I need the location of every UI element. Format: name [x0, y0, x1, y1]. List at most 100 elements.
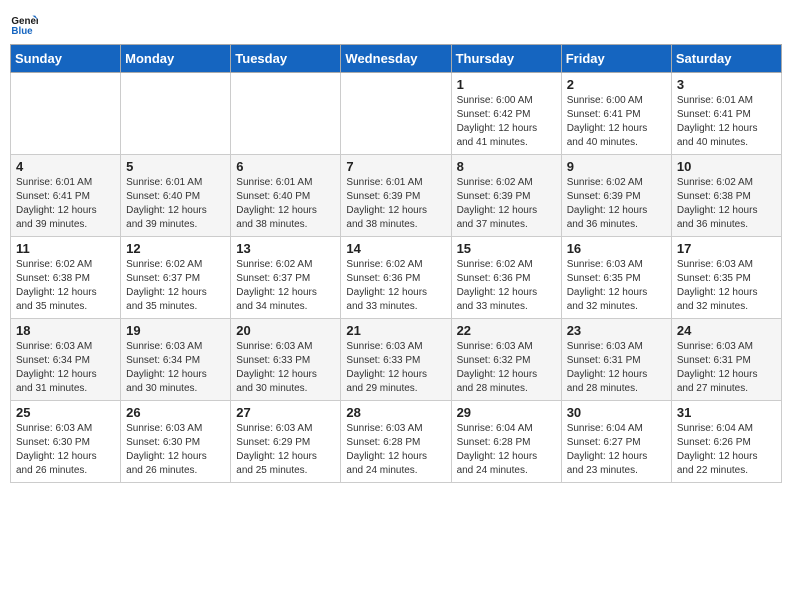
day-info: Sunrise: 6:01 AM Sunset: 6:41 PM Dayligh…	[16, 176, 115, 232]
day-number: 17	[677, 241, 776, 256]
calendar-table: SundayMondayTuesdayWednesdayThursdayFrid…	[10, 44, 782, 483]
day-number: 26	[126, 405, 225, 420]
calendar-cell: 10 Sunrise: 6:02 AM Sunset: 6:38 PM Dayli…	[671, 155, 781, 237]
calendar-cell	[231, 73, 341, 155]
day-info: Sunrise: 6:00 AM Sunset: 6:42 PM Dayligh…	[457, 94, 556, 150]
calendar-cell: 17Sunrise: 6:03 AM Sunset: 6:35 PM Dayli…	[671, 237, 781, 319]
day-info: Sunrise: 6:03 AM Sunset: 6:33 PM Dayligh…	[236, 340, 335, 396]
day-number: 2	[567, 77, 666, 92]
calendar-cell: 19 Sunrise: 6:03 AM Sunset: 6:34 PM Dayli…	[121, 319, 231, 401]
header-day-sunday: Sunday	[11, 45, 121, 73]
calendar-body: 1 Sunrise: 6:00 AM Sunset: 6:42 PM Daylig…	[11, 73, 782, 483]
calendar-cell: 3 Sunrise: 6:01 AM Sunset: 6:41 PM Daylig…	[671, 73, 781, 155]
calendar-cell: 13 Sunrise: 6:02 AM Sunset: 6:37 PM Dayli…	[231, 237, 341, 319]
day-info: Sunrise: 6:03 AM Sunset: 6:30 PM Dayligh…	[126, 422, 225, 478]
day-info: Sunrise: 6:00 AM Sunset: 6:41 PM Dayligh…	[567, 94, 666, 150]
day-number: 14	[346, 241, 445, 256]
day-number: 9	[567, 159, 666, 174]
day-number: 8	[457, 159, 556, 174]
day-number: 15	[457, 241, 556, 256]
day-info: Sunrise: 6:02 AM Sunset: 6:38 PM Dayligh…	[677, 176, 776, 232]
header: General Blue	[10, 10, 782, 38]
day-number: 27	[236, 405, 335, 420]
calendar-cell	[121, 73, 231, 155]
calendar-cell: 18 Sunrise: 6:03 AM Sunset: 6:34 PM Dayli…	[11, 319, 121, 401]
day-number: 1	[457, 77, 556, 92]
calendar-cell: 12Sunrise: 6:02 AM Sunset: 6:37 PM Dayli…	[121, 237, 231, 319]
day-number: 5	[126, 159, 225, 174]
day-number: 13	[236, 241, 335, 256]
calendar-cell: 27 Sunrise: 6:03 AM Sunset: 6:29 PM Dayli…	[231, 401, 341, 483]
calendar-week-2: 4 Sunrise: 6:01 AM Sunset: 6:41 PM Daylig…	[11, 155, 782, 237]
day-info: Sunrise: 6:01 AM Sunset: 6:41 PM Dayligh…	[677, 94, 776, 150]
day-number: 25	[16, 405, 115, 420]
day-number: 31	[677, 405, 776, 420]
calendar-cell: 9 Sunrise: 6:02 AM Sunset: 6:39 PM Daylig…	[561, 155, 671, 237]
calendar-cell: 8Sunrise: 6:02 AM Sunset: 6:39 PM Daylig…	[451, 155, 561, 237]
day-number: 29	[457, 405, 556, 420]
calendar-cell: 16Sunrise: 6:03 AM Sunset: 6:35 PM Dayli…	[561, 237, 671, 319]
calendar-cell: 2 Sunrise: 6:00 AM Sunset: 6:41 PM Daylig…	[561, 73, 671, 155]
calendar-cell: 31 Sunrise: 6:04 AM Sunset: 6:26 PM Dayli…	[671, 401, 781, 483]
day-number: 19	[126, 323, 225, 338]
calendar-week-4: 18 Sunrise: 6:03 AM Sunset: 6:34 PM Dayli…	[11, 319, 782, 401]
day-info: Sunrise: 6:03 AM Sunset: 6:34 PM Dayligh…	[16, 340, 115, 396]
calendar-cell: 30 Sunrise: 6:04 AM Sunset: 6:27 PM Dayli…	[561, 401, 671, 483]
calendar-cell: 28 Sunrise: 6:03 AM Sunset: 6:28 PM Dayli…	[341, 401, 451, 483]
day-number: 30	[567, 405, 666, 420]
day-number: 20	[236, 323, 335, 338]
day-number: 28	[346, 405, 445, 420]
header-day-friday: Friday	[561, 45, 671, 73]
day-number: 12	[126, 241, 225, 256]
day-info: Sunrise: 6:03 AM Sunset: 6:29 PM Dayligh…	[236, 422, 335, 478]
calendar-cell: 22Sunrise: 6:03 AM Sunset: 6:32 PM Dayli…	[451, 319, 561, 401]
calendar-cell	[341, 73, 451, 155]
day-info: Sunrise: 6:01 AM Sunset: 6:39 PM Dayligh…	[346, 176, 445, 232]
day-number: 11	[16, 241, 115, 256]
calendar-cell	[11, 73, 121, 155]
calendar-cell: 24 Sunrise: 6:03 AM Sunset: 6:31 PM Dayli…	[671, 319, 781, 401]
calendar-week-1: 1 Sunrise: 6:00 AM Sunset: 6:42 PM Daylig…	[11, 73, 782, 155]
day-info: Sunrise: 6:03 AM Sunset: 6:31 PM Dayligh…	[677, 340, 776, 396]
calendar-cell: 29 Sunrise: 6:04 AM Sunset: 6:28 PM Dayli…	[451, 401, 561, 483]
day-info: Sunrise: 6:02 AM Sunset: 6:36 PM Dayligh…	[346, 258, 445, 314]
day-number: 10	[677, 159, 776, 174]
day-info: Sunrise: 6:04 AM Sunset: 6:27 PM Dayligh…	[567, 422, 666, 478]
day-info: Sunrise: 6:03 AM Sunset: 6:28 PM Dayligh…	[346, 422, 445, 478]
calendar-cell: 21 Sunrise: 6:03 AM Sunset: 6:33 PM Dayli…	[341, 319, 451, 401]
logo: General Blue	[10, 10, 40, 38]
calendar-cell: 5 Sunrise: 6:01 AM Sunset: 6:40 PM Daylig…	[121, 155, 231, 237]
day-info: Sunrise: 6:03 AM Sunset: 6:30 PM Dayligh…	[16, 422, 115, 478]
day-number: 3	[677, 77, 776, 92]
day-info: Sunrise: 6:01 AM Sunset: 6:40 PM Dayligh…	[126, 176, 225, 232]
calendar-week-5: 25 Sunrise: 6:03 AM Sunset: 6:30 PM Dayli…	[11, 401, 782, 483]
day-number: 18	[16, 323, 115, 338]
day-info: Sunrise: 6:03 AM Sunset: 6:35 PM Dayligh…	[567, 258, 666, 314]
calendar-cell: 11Sunrise: 6:02 AM Sunset: 6:38 PM Dayli…	[11, 237, 121, 319]
day-number: 4	[16, 159, 115, 174]
day-info: Sunrise: 6:03 AM Sunset: 6:34 PM Dayligh…	[126, 340, 225, 396]
day-info: Sunrise: 6:03 AM Sunset: 6:31 PM Dayligh…	[567, 340, 666, 396]
calendar-cell: 4 Sunrise: 6:01 AM Sunset: 6:41 PM Daylig…	[11, 155, 121, 237]
day-info: Sunrise: 6:04 AM Sunset: 6:28 PM Dayligh…	[457, 422, 556, 478]
day-info: Sunrise: 6:03 AM Sunset: 6:32 PM Dayligh…	[457, 340, 556, 396]
header-day-monday: Monday	[121, 45, 231, 73]
day-info: Sunrise: 6:04 AM Sunset: 6:26 PM Dayligh…	[677, 422, 776, 478]
calendar-cell: 1 Sunrise: 6:00 AM Sunset: 6:42 PM Daylig…	[451, 73, 561, 155]
day-info: Sunrise: 6:03 AM Sunset: 6:33 PM Dayligh…	[346, 340, 445, 396]
calendar-cell: 20 Sunrise: 6:03 AM Sunset: 6:33 PM Dayli…	[231, 319, 341, 401]
day-info: Sunrise: 6:02 AM Sunset: 6:37 PM Dayligh…	[236, 258, 335, 314]
calendar-cell: 7 Sunrise: 6:01 AM Sunset: 6:39 PM Daylig…	[341, 155, 451, 237]
day-number: 21	[346, 323, 445, 338]
day-number: 24	[677, 323, 776, 338]
calendar-week-3: 11Sunrise: 6:02 AM Sunset: 6:38 PM Dayli…	[11, 237, 782, 319]
day-info: Sunrise: 6:02 AM Sunset: 6:36 PM Dayligh…	[457, 258, 556, 314]
day-info: Sunrise: 6:02 AM Sunset: 6:39 PM Dayligh…	[567, 176, 666, 232]
calendar-cell: 23Sunrise: 6:03 AM Sunset: 6:31 PM Dayli…	[561, 319, 671, 401]
header-day-thursday: Thursday	[451, 45, 561, 73]
calendar-cell: 14 Sunrise: 6:02 AM Sunset: 6:36 PM Dayli…	[341, 237, 451, 319]
header-day-tuesday: Tuesday	[231, 45, 341, 73]
day-info: Sunrise: 6:01 AM Sunset: 6:40 PM Dayligh…	[236, 176, 335, 232]
day-number: 7	[346, 159, 445, 174]
calendar-header: SundayMondayTuesdayWednesdayThursdayFrid…	[11, 45, 782, 73]
